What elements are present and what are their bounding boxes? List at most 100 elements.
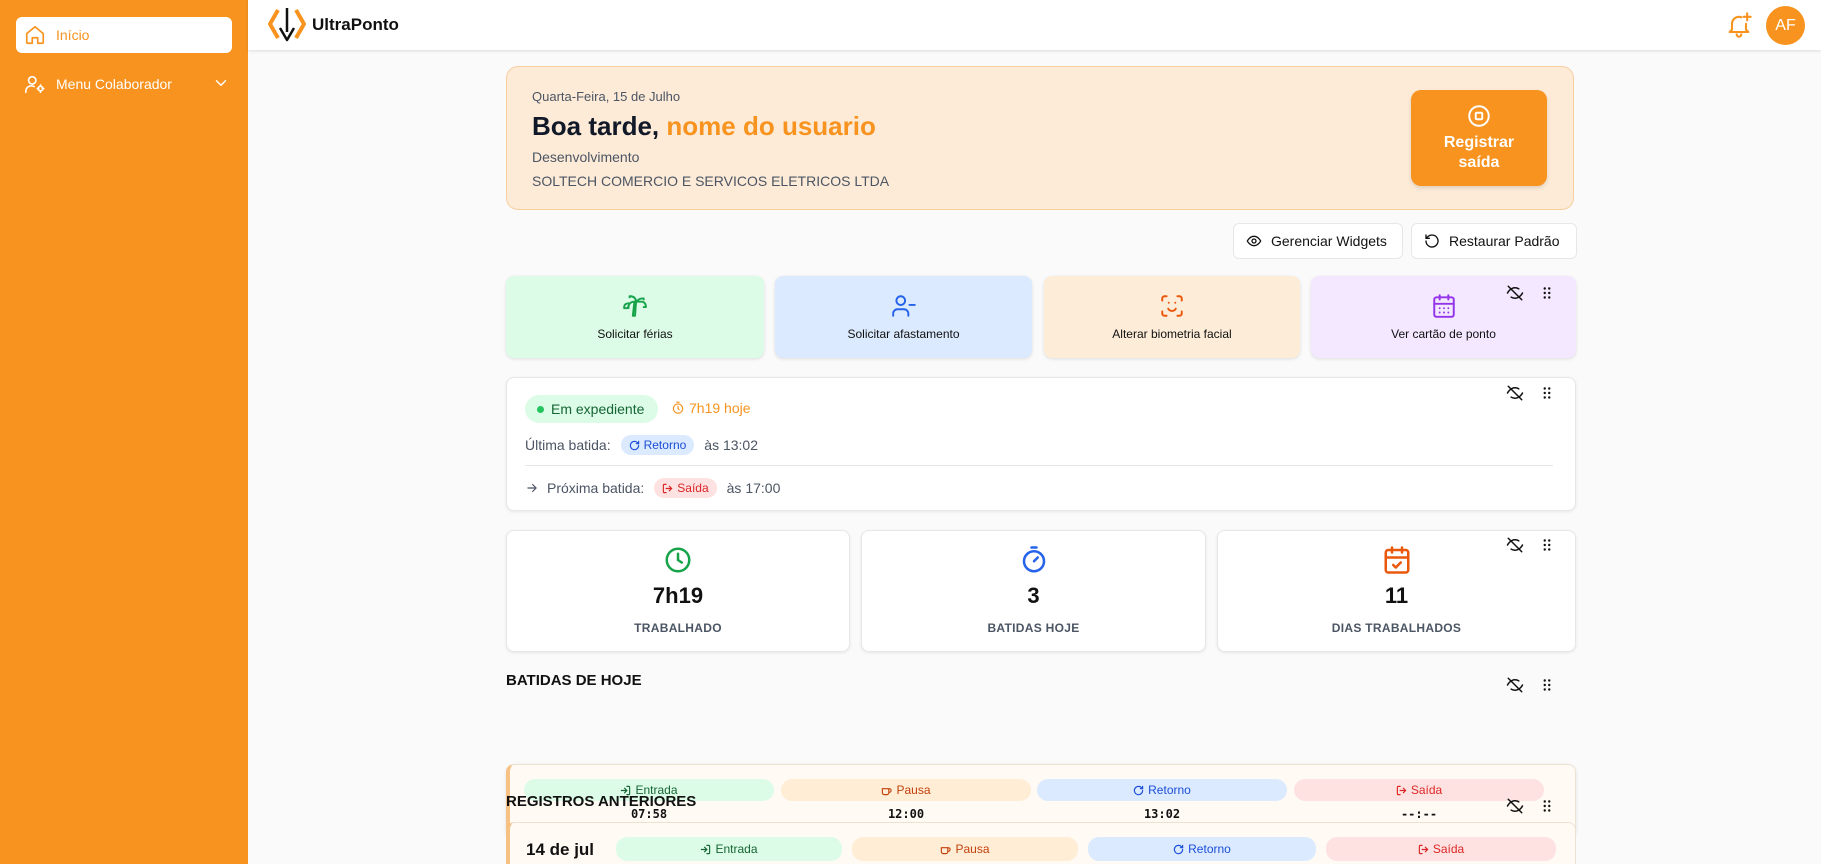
widget-controls <box>1506 536 1556 554</box>
stat-punches-today: 3 BATIDAS HOJE <box>861 530 1206 652</box>
stat-worked: 7h19 TRABALHADO <box>506 530 850 652</box>
last-punch: Última batida: Retorno às 13:02 <box>525 435 758 455</box>
stop-circle-icon <box>1468 105 1490 127</box>
quick-action-vacation[interactable]: Solicitar férias <box>506 276 764 358</box>
register-label-1: Registrar <box>1443 134 1515 151</box>
coffee-icon <box>882 787 893 795</box>
arrow-right-icon <box>527 483 537 493</box>
previous-record-row[interactable]: 14 de jul Entrada Pausa Retorno Saída <box>506 822 1576 864</box>
punch-type-label: Pausa <box>896 783 931 797</box>
quick-action-label: Solicitar afastamento <box>847 327 960 341</box>
next-punch-label: Próxima batida: <box>547 480 645 496</box>
drag-handle-icon[interactable] <box>1538 797 1556 815</box>
punch-time: 13:02 <box>1143 807 1181 821</box>
drag-handle-icon[interactable] <box>1538 384 1556 402</box>
divider <box>525 465 1553 466</box>
punch-pausa: Pausa 12:00 <box>781 779 1031 821</box>
last-punch-label: Última batida: <box>525 437 611 453</box>
rotate-cw-icon <box>629 440 639 450</box>
eye-icon <box>1246 235 1262 247</box>
punch-type-label: Retorno <box>1148 783 1191 797</box>
user-name: nome do usuario <box>666 111 876 141</box>
punch-type-tag: Retorno <box>1088 837 1316 861</box>
drag-handle-icon[interactable] <box>1538 536 1556 554</box>
quick-action-leave[interactable]: Solicitar afastamento <box>775 276 1032 358</box>
rotate-cw-icon <box>1133 785 1144 795</box>
stat-label: BATIDAS HOJE <box>987 621 1080 635</box>
drag-handle-icon[interactable] <box>1538 676 1556 694</box>
current-date: Quarta-Feira, 15 de Julho <box>532 89 681 104</box>
coffee-icon <box>941 846 952 854</box>
rotate-cw-icon <box>1173 844 1184 854</box>
chevron-down-icon[interactable] <box>212 74 230 92</box>
ultraponto-logo-icon <box>268 8 306 42</box>
punch-type-tag: Saída <box>1326 837 1556 861</box>
stat-value: 7h19 <box>652 583 704 608</box>
widget-controls <box>1506 676 1556 694</box>
quick-action-label: Ver cartão de ponto <box>1391 327 1496 341</box>
sidebar: Início Menu Colaborador <box>0 0 248 864</box>
previous-records-title: REGISTROS ANTERIORES <box>506 793 697 810</box>
bell-plus-icon[interactable] <box>1725 11 1753 39</box>
punch-type-label: Retorno <box>1188 842 1231 856</box>
punch-type-label: Entrada <box>715 842 758 856</box>
eye-off-icon[interactable] <box>1506 676 1524 694</box>
punch-type-label: Saída <box>1432 842 1465 856</box>
last-punch-type: Retorno <box>620 435 695 455</box>
eye-off-icon[interactable] <box>1506 384 1524 402</box>
punch-type-label: Pausa <box>955 842 990 856</box>
quick-action-label: Solicitar férias <box>597 327 673 341</box>
log-in-icon <box>701 844 711 854</box>
brand-logo[interactable]: UltraPonto <box>266 4 399 46</box>
sidebar-item-label: Início <box>56 27 90 43</box>
punch-type-tag: Pausa <box>852 837 1078 861</box>
restore-default-label: Restaurar Padrão <box>1449 233 1560 249</box>
sidebar-item-menu-colaborador[interactable]: Menu Colaborador <box>16 66 232 102</box>
user-gear-icon <box>25 75 45 94</box>
last-punch-time: às 13:02 <box>704 437 759 453</box>
face-scan-icon <box>1161 295 1183 317</box>
eye-off-icon[interactable] <box>1506 536 1524 554</box>
calendar-icon <box>1432 294 1455 318</box>
palm-tree-icon <box>623 295 647 317</box>
restore-default-button[interactable]: Restaurar Padrão <box>1411 223 1577 259</box>
stat-value: 11 <box>1384 583 1409 608</box>
user-minus-icon <box>891 295 916 317</box>
last-punch-type-label: Retorno <box>643 438 687 452</box>
register-label-2: saída <box>1458 154 1500 171</box>
greeting-card: Quarta-Feira, 15 de Julho Boa tarde, nom… <box>506 66 1574 210</box>
quick-action-label: Alterar biometria facial <box>1112 327 1232 341</box>
top-bar: UltraPonto AF <box>248 0 1821 50</box>
stat-label: DIAS TRABALHADOS <box>1331 621 1462 635</box>
greeting-title: Boa tarde, nome do usuario <box>532 111 876 142</box>
next-punch: Próxima batida: Saída às 17:00 <box>525 478 780 498</box>
calendar-check-icon <box>1384 546 1409 574</box>
log-out-icon <box>1418 844 1429 854</box>
punch-retorno: Retorno 13:02 <box>1037 779 1287 821</box>
eye-off-icon[interactable] <box>1506 284 1524 302</box>
next-punch-type-label: Saída <box>677 481 709 495</box>
home-icon <box>25 25 45 45</box>
brand-name: UltraPonto <box>312 15 399 34</box>
eye-off-icon[interactable] <box>1506 797 1524 815</box>
record-date: 14 de jul <box>526 840 595 859</box>
company-name: SOLTECH COMERCIO E SERVICOS ELETRICOS LT… <box>532 173 890 189</box>
manage-widgets-button[interactable]: Gerenciar Widgets <box>1233 223 1403 259</box>
widget-controls <box>1506 284 1556 302</box>
worked-today-label: 7h19 hoje <box>689 400 751 416</box>
log-out-icon <box>663 483 673 493</box>
department: Desenvolvimento <box>532 149 640 165</box>
stat-label: TRABALHADO <box>634 621 722 635</box>
widget-controls <box>1506 797 1556 815</box>
register-exit-button[interactable]: Registrar saída <box>1411 90 1547 186</box>
status-badge: Em expediente <box>525 395 659 423</box>
drag-handle-icon[interactable] <box>1538 284 1556 302</box>
avatar[interactable]: AF <box>1766 6 1805 45</box>
rotate-ccw-icon <box>1425 234 1439 248</box>
quick-action-face-biometrics[interactable]: Alterar biometria facial <box>1044 276 1300 358</box>
punch-type-tag: Retorno <box>1037 779 1287 801</box>
punch-time: 12:00 <box>887 807 925 821</box>
sidebar-item-label: Menu Colaborador <box>56 76 172 92</box>
sidebar-item-inicio[interactable]: Início <box>16 17 232 53</box>
manage-widgets-label: Gerenciar Widgets <box>1271 233 1387 249</box>
